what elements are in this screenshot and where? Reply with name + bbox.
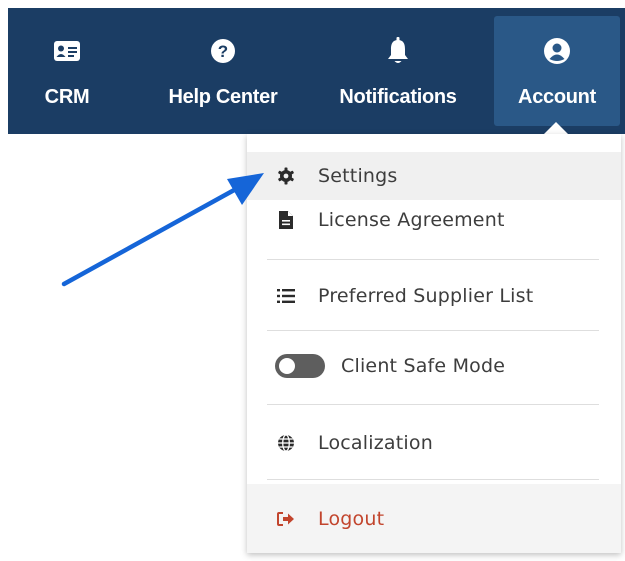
client-safe-mode-toggle[interactable] (275, 354, 325, 378)
menu-item-label: Preferred Supplier List (318, 285, 534, 307)
menu-item-label: Localization (318, 432, 433, 454)
list-icon (275, 285, 297, 307)
nav-crm[interactable]: CRM (22, 8, 112, 134)
toggle-knob (279, 358, 295, 374)
menu-item-label: Logout (318, 507, 385, 530)
menu-item-label: Client Safe Mode (341, 355, 506, 377)
menu-divider (267, 404, 599, 405)
question-circle-icon: ? (209, 37, 237, 65)
menu-divider (267, 259, 599, 260)
bell-icon (384, 37, 412, 65)
top-navbar: CRM ? Help Center Notifications Account (8, 8, 625, 134)
menu-item-client-safe-mode[interactable]: Client Safe Mode (247, 342, 621, 390)
id-card-icon (53, 37, 81, 65)
account-dropdown-menu: Settings License Agreement Preferred Sup… (247, 134, 621, 553)
nav-crm-label: CRM (44, 86, 90, 108)
nav-help-center-label: Help Center (168, 86, 278, 108)
menu-divider (267, 479, 599, 480)
menu-item-license-agreement[interactable]: License Agreement (247, 196, 621, 244)
gear-icon (275, 165, 297, 187)
nav-notifications-label: Notifications (339, 86, 457, 108)
menu-item-label: Settings (318, 165, 398, 187)
file-icon (275, 209, 297, 231)
globe-icon (275, 432, 297, 454)
nav-account-label: Account (518, 86, 596, 108)
nav-help-center[interactable]: ? Help Center (148, 8, 298, 134)
user-circle-icon (543, 37, 571, 65)
menu-item-preferred-supplier-list[interactable]: Preferred Supplier List (247, 272, 621, 320)
menu-item-localization[interactable]: Localization (247, 419, 621, 467)
nav-notifications[interactable]: Notifications (318, 8, 478, 134)
menu-item-label: License Agreement (318, 209, 505, 231)
dropdown-caret (544, 122, 568, 134)
menu-item-logout[interactable]: Logout (247, 484, 621, 553)
menu-item-settings[interactable]: Settings (247, 152, 621, 200)
svg-text:?: ? (218, 42, 228, 61)
nav-account[interactable]: Account (494, 16, 620, 126)
sign-out-icon (275, 508, 297, 530)
menu-divider (267, 330, 599, 331)
app-frame: CRM ? Help Center Notifications Account … (8, 8, 625, 553)
